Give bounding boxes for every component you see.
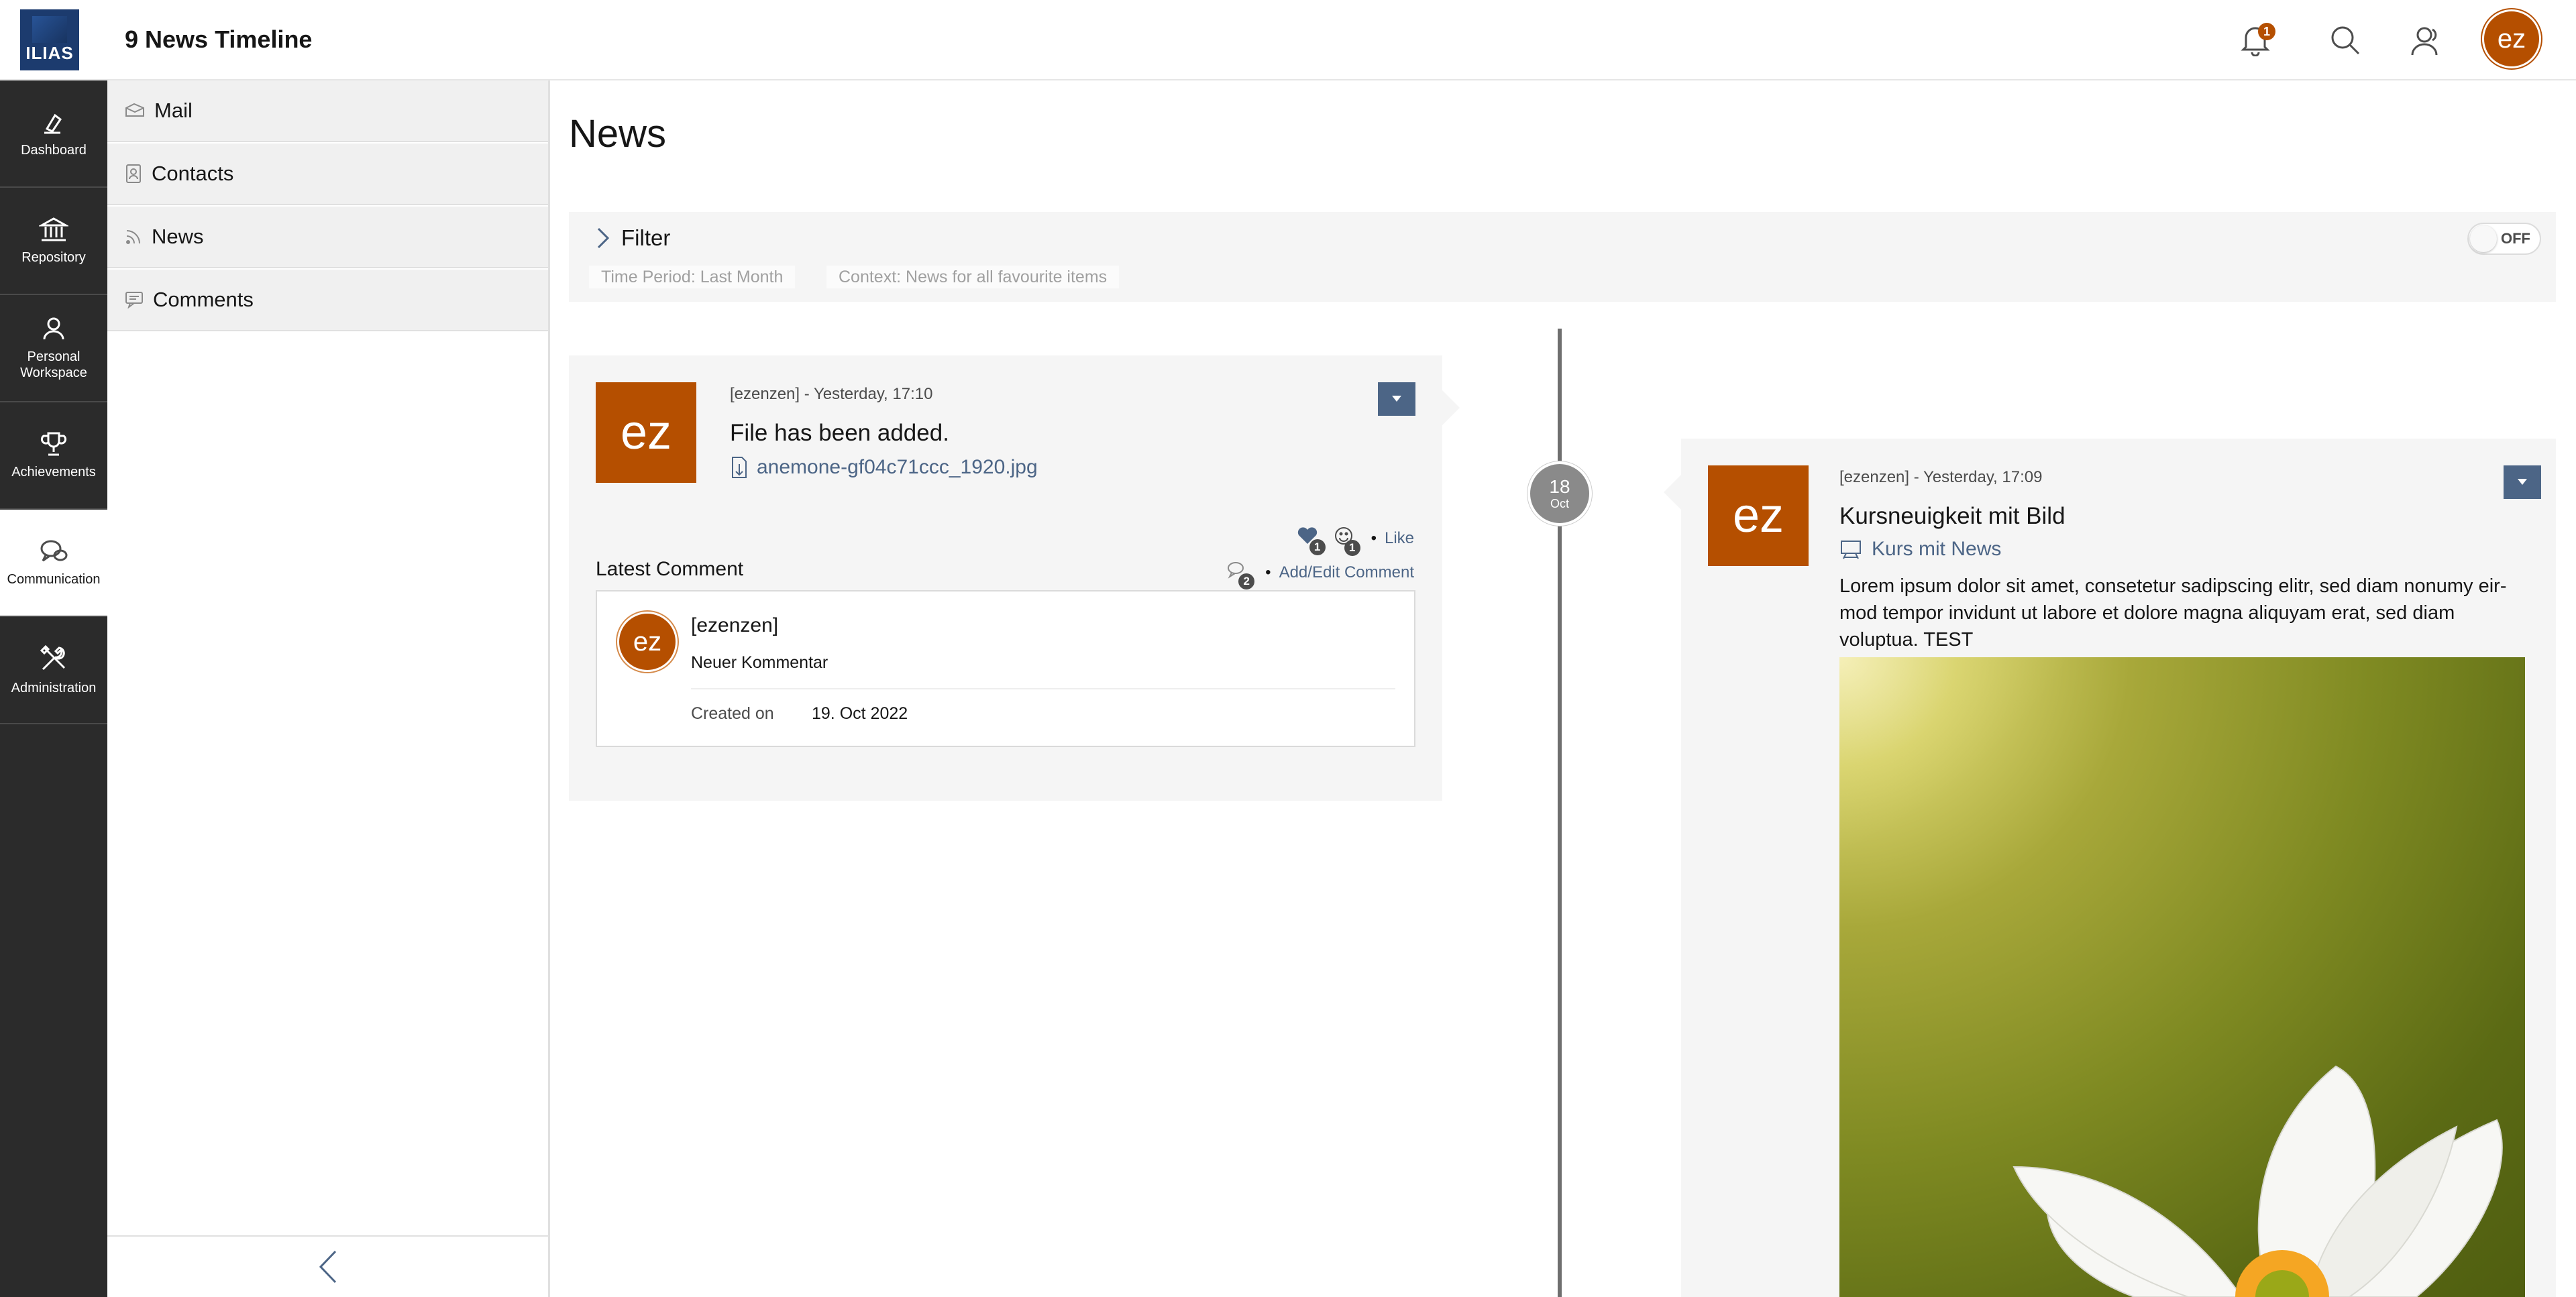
comment-count-indicator[interactable]: 2 (1226, 561, 1255, 589)
reactions-bar: 1 1 • Like (1296, 526, 1414, 556)
avatar[interactable]: ez (2482, 9, 2541, 68)
news-body: Lorem ipsum dolor sit amet, consetetur s… (1839, 575, 2507, 651)
caret-down-icon (2518, 479, 2527, 485)
date-day: 18 (1549, 476, 1570, 497)
filter-switch[interactable]: OFF (2467, 223, 2541, 255)
smiley-reaction[interactable]: 1 (1334, 526, 1360, 556)
course-link[interactable]: Kurs mit News (1839, 538, 2001, 561)
comment-icon (125, 292, 143, 308)
course-link-label: Kurs mit News (1872, 538, 2002, 560)
user-menu-button[interactable] (2404, 20, 2445, 60)
mail-icon (125, 103, 144, 117)
file-link-label: anemone-gf04c71ccc_1920.jpg (757, 456, 1038, 478)
caret-down-icon (1392, 396, 1401, 402)
slate-item-label: News (152, 225, 204, 248)
content-area: News Filter Time Period: Last Month Cont… (550, 80, 2576, 1297)
contacts-icon (126, 164, 141, 183)
like-reaction[interactable]: 1 (1296, 526, 1326, 555)
filter-panel: Filter Time Period: Last Month Context: … (569, 212, 2556, 302)
news-avatar: ez (1708, 465, 1809, 566)
search-icon (2331, 26, 2360, 55)
mainbar-item-repository[interactable]: Repository (0, 188, 107, 295)
slate-item-label: Contacts (152, 162, 234, 185)
comment-user: [ezenzen] (691, 614, 779, 636)
timeline-date-marker: 18 Oct (1527, 461, 1592, 526)
slate: Mail Contacts News Comments (107, 80, 550, 1297)
notification-badge: 1 (2258, 23, 2275, 40)
card-pointer (1664, 475, 1681, 510)
mainbar-label: Repository (21, 250, 86, 265)
filter-label: Filter (621, 225, 671, 250)
filter-toggle[interactable]: Filter (596, 225, 670, 251)
news-meta: [ezenzen] - Yesterday, 17:09 (1839, 468, 2043, 486)
separator-dot: • (1265, 563, 1271, 581)
separator-dot: • (1371, 528, 1377, 547)
page-title: News (569, 112, 667, 156)
search-button[interactable] (2325, 20, 2365, 60)
actions-dropdown-button[interactable] (1378, 382, 1415, 416)
mainbar-item-communication[interactable]: Communication (0, 510, 107, 617)
created-on-value: 19. Oct 2022 (812, 704, 908, 723)
mainbar-label: Dashboard (21, 143, 87, 158)
comment-text: Neuer Kommentar (691, 653, 828, 672)
flower-image-icon (1839, 657, 2503, 1297)
chevron-left-icon (319, 1250, 336, 1284)
app-title: 9 News Timeline (125, 25, 313, 53)
users-icon (2411, 27, 2438, 56)
mainbar-label: Administration (11, 681, 97, 695)
add-edit-comment-link[interactable]: Add/Edit Comment (1279, 563, 1414, 582)
news-title: File has been added. (730, 420, 949, 446)
latest-comment: ez [ezenzen] Neuer Kommentar Created on … (596, 590, 1415, 747)
news-item-file-added: ez [ezenzen] - Yesterday, 17:10 File has… (569, 355, 1460, 801)
comment-avatar: ez (617, 612, 678, 672)
rss-icon (126, 230, 140, 244)
slate-item-label: Mail (154, 99, 193, 122)
comment-count: 2 (1238, 573, 1255, 589)
trophy-icon (40, 432, 67, 456)
tools-icon (40, 644, 66, 671)
chevron-right-icon (597, 227, 610, 249)
divider (691, 688, 1395, 689)
slate-item-news[interactable]: News (107, 207, 548, 268)
mainbar: Dashboard Repository Personal Workspace … (0, 80, 107, 1297)
comment-actions: 2 • Add/Edit Comment (1226, 561, 1414, 589)
file-download-icon (732, 457, 747, 478)
slate-item-comments[interactable]: Comments (107, 270, 548, 331)
created-on-label: Created on (691, 704, 774, 723)
actions-dropdown-button[interactable] (2504, 465, 2541, 499)
slate-item-label: Comments (153, 288, 254, 311)
mainbar-item-dashboard[interactable]: Dashboard (0, 80, 107, 188)
news-title: Kursneuigkeit mit Bild (1839, 503, 2065, 529)
mainbar-label: Achievements (11, 465, 96, 480)
mainbar-item-administration[interactable]: Administration (0, 617, 107, 724)
chat-icon (40, 540, 68, 562)
latest-comment-label: Latest Comment (596, 558, 744, 580)
file-download-link[interactable]: anemone-gf04c71ccc_1920.jpg (730, 455, 1038, 480)
news-image[interactable] (1839, 657, 2525, 1297)
mainbar-item-achievements[interactable]: Achievements (0, 402, 107, 510)
mainbar-label: Personal Workspace (20, 349, 87, 380)
notifications-button[interactable]: 1 (2235, 20, 2275, 60)
like-link[interactable]: Like (1385, 529, 1414, 548)
slate-item-contacts[interactable]: Contacts (107, 144, 548, 205)
filter-chip-time-period[interactable]: Time Period: Last Month (589, 266, 796, 288)
news-meta: [ezenzen] - Yesterday, 17:10 (730, 385, 933, 403)
filter-chip-context[interactable]: Context: News for all favourite items (826, 266, 1120, 288)
card-pointer (1442, 390, 1460, 425)
ilias-logo[interactable]: ILIAS (20, 9, 79, 70)
date-month: Oct (1550, 497, 1569, 510)
header: ILIAS 9 News Timeline 1 ez (0, 0, 2576, 80)
dashboard-icon (44, 113, 62, 134)
course-icon (1841, 541, 1861, 559)
news-item-course: ez [ezenzen] - Yesterday, 17:09 Kursneui… (1664, 439, 2556, 1297)
mainbar-item-personal-workspace[interactable]: Personal Workspace (0, 295, 107, 402)
collapse-slate-button[interactable] (107, 1235, 548, 1297)
like-count: 1 (1309, 539, 1326, 555)
smiley-count: 1 (1344, 540, 1360, 556)
mainbar-label: Communication (7, 572, 101, 587)
repository-icon (39, 217, 68, 241)
news-avatar: ez (596, 382, 696, 483)
person-icon (43, 317, 64, 340)
slate-item-mail[interactable]: Mail (107, 80, 548, 142)
